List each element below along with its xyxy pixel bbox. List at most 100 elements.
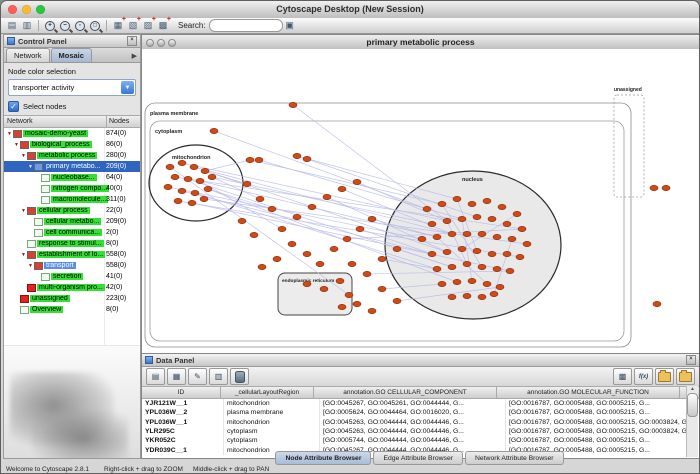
table-vertical-scrollbar[interactable]: ▲ — [686, 386, 698, 457]
tree-expand-icon[interactable]: ▼ — [20, 153, 27, 159]
network-node[interactable] — [516, 254, 524, 259]
network-node[interactable] — [498, 204, 506, 209]
network-node[interactable] — [478, 231, 486, 236]
network-node[interactable] — [513, 211, 521, 216]
tree-row-establishment-of-lo[interactable]: ▼establishment of lo...558(0) — [4, 249, 140, 260]
network-node[interactable] — [258, 264, 266, 269]
table-row-ykr052c[interactable]: YKR052Ccytoplasm[GO:0005744, GO:0044444,… — [142, 436, 699, 445]
network-node[interactable] — [496, 284, 504, 289]
network-node[interactable] — [190, 164, 198, 169]
column-header-annotation-go-cellular-component[interactable]: annotation.GO CELLULAR_COMPONENT — [314, 387, 497, 398]
network-node[interactable] — [171, 174, 179, 179]
network-node[interactable] — [289, 102, 297, 107]
search-options-icon[interactable]: ▣ — [283, 19, 297, 32]
network-node[interactable] — [490, 291, 498, 296]
network-node[interactable] — [303, 251, 311, 256]
network-node[interactable] — [448, 294, 456, 299]
network-node[interactable] — [453, 279, 461, 284]
zoom-in-icon[interactable] — [43, 19, 57, 32]
network-node[interactable] — [443, 218, 451, 223]
network-node[interactable] — [433, 234, 441, 239]
panel-close-icon[interactable]: × — [686, 355, 696, 365]
network-node[interactable] — [662, 185, 670, 190]
cell-id[interactable]: YLR295C — [142, 427, 224, 436]
tree-row-cellular-process[interactable]: ▼cellular process22(0) — [4, 205, 140, 216]
import-table-icon[interactable]: ▥ — [209, 368, 228, 385]
network-node[interactable] — [278, 226, 286, 231]
network-node[interactable] — [246, 157, 254, 162]
scroll-up-icon[interactable]: ▲ — [690, 386, 695, 392]
network-node[interactable] — [303, 281, 311, 286]
network-node[interactable] — [238, 218, 246, 223]
network-node[interactable] — [368, 216, 376, 221]
tree-row-overview[interactable]: Overview8(0) — [4, 304, 140, 315]
tree-row-unassigned[interactable]: unassigned223(0) — [4, 293, 140, 304]
network-node[interactable] — [348, 261, 356, 266]
tree-row-secretion[interactable]: secretion41(0) — [4, 271, 140, 282]
network-node[interactable] — [378, 286, 386, 291]
network-node[interactable] — [293, 153, 301, 158]
network-node[interactable] — [255, 157, 263, 162]
network-node[interactable] — [191, 190, 199, 195]
network-node[interactable] — [428, 251, 436, 256]
vizmapper-icon[interactable]: ▩+ — [156, 19, 170, 32]
network-node[interactable] — [488, 216, 496, 221]
network-node[interactable] — [368, 308, 376, 313]
network-node[interactable] — [438, 281, 446, 286]
tree-column-nodes[interactable]: Nodes — [107, 118, 140, 125]
network-node[interactable] — [196, 178, 204, 183]
node-color-dropdown[interactable]: transporter activity ▼ — [8, 79, 136, 96]
network-node[interactable] — [243, 181, 251, 186]
network-node[interactable] — [448, 231, 456, 236]
tab-mosaic[interactable]: Mosaic — [51, 48, 92, 62]
cell-id[interactable]: YJR121W__1 — [142, 399, 224, 408]
network-node[interactable] — [458, 246, 466, 251]
network-node[interactable] — [174, 198, 182, 203]
frame-maximize-icon[interactable] — [168, 39, 176, 47]
network-node[interactable] — [650, 185, 658, 190]
tree-row-cellular-metabo[interactable]: cellular metabo...209(0) — [4, 216, 140, 227]
network-node[interactable] — [443, 249, 451, 254]
network-node[interactable] — [478, 264, 486, 269]
tree-expand-icon[interactable]: ▼ — [13, 142, 20, 148]
network-node[interactable] — [363, 271, 371, 276]
network-node[interactable] — [393, 298, 401, 303]
cell-annotation-go-molecular-function[interactable]: [GO:0016787, GO:0005488, GO:0005215, G..… — [506, 436, 692, 445]
network-node[interactable] — [378, 256, 386, 261]
network-node[interactable] — [353, 301, 361, 306]
zoom-selected-icon[interactable] — [73, 19, 87, 32]
network-node[interactable] — [316, 261, 324, 266]
network-node[interactable] — [468, 278, 476, 283]
cell-annotation-go-cellular-component[interactable]: [GO:0005624, GO:0044464, GO:0016020, G..… — [320, 408, 506, 417]
network-node[interactable] — [453, 196, 461, 201]
network-node[interactable] — [308, 204, 316, 209]
cell-cellularlayoutregion[interactable]: mitochondrion — [224, 418, 320, 427]
network-node[interactable] — [166, 164, 174, 169]
tab-overflow-icon[interactable]: ▶ — [132, 52, 140, 62]
cell-annotation-go-molecular-function[interactable]: [GO:0016787, GO:0005488, GO:0005215, G..… — [506, 408, 692, 417]
open-session-icon[interactable]: ▤ — [5, 19, 19, 32]
network-node[interactable] — [336, 278, 344, 283]
tree-expand-icon[interactable]: ▼ — [20, 252, 27, 258]
tree-row-metabolic-process[interactable]: ▼metabolic process280(0) — [4, 150, 140, 161]
network-node[interactable] — [438, 201, 446, 206]
network-node[interactable] — [293, 214, 301, 219]
cell-annotation-go-cellular-component[interactable]: [GO:0045263, GO:0044444, GO:0044446, G..… — [320, 427, 506, 436]
network-node[interactable] — [320, 286, 328, 291]
tree-expand-icon[interactable]: ▼ — [27, 263, 34, 269]
formula-builder-icon[interactable]: f(x) — [634, 368, 653, 385]
network-node[interactable] — [428, 221, 436, 226]
select-nodes-checkbox[interactable]: ✓ — [8, 101, 19, 112]
cell-annotation-go-cellular-component[interactable]: [GO:0045263, GO:0044444, GO:0044446, G..… — [320, 418, 506, 427]
cell-cellularlayoutregion[interactable]: cytoplasm — [224, 436, 320, 445]
cell-cellularlayoutregion[interactable]: cytoplasm — [224, 427, 320, 436]
network-node[interactable] — [184, 176, 192, 181]
network-node[interactable] — [418, 236, 426, 241]
snapshot-icon[interactable]: ▦+ — [111, 19, 125, 32]
network-node[interactable] — [463, 231, 471, 236]
network-node[interactable] — [268, 206, 276, 211]
search-input[interactable] — [209, 19, 283, 32]
cell-cellularlayoutregion[interactable]: plasma membrane — [224, 408, 320, 417]
network-node[interactable] — [478, 294, 486, 299]
scrollbar-thumb[interactable] — [687, 393, 698, 417]
